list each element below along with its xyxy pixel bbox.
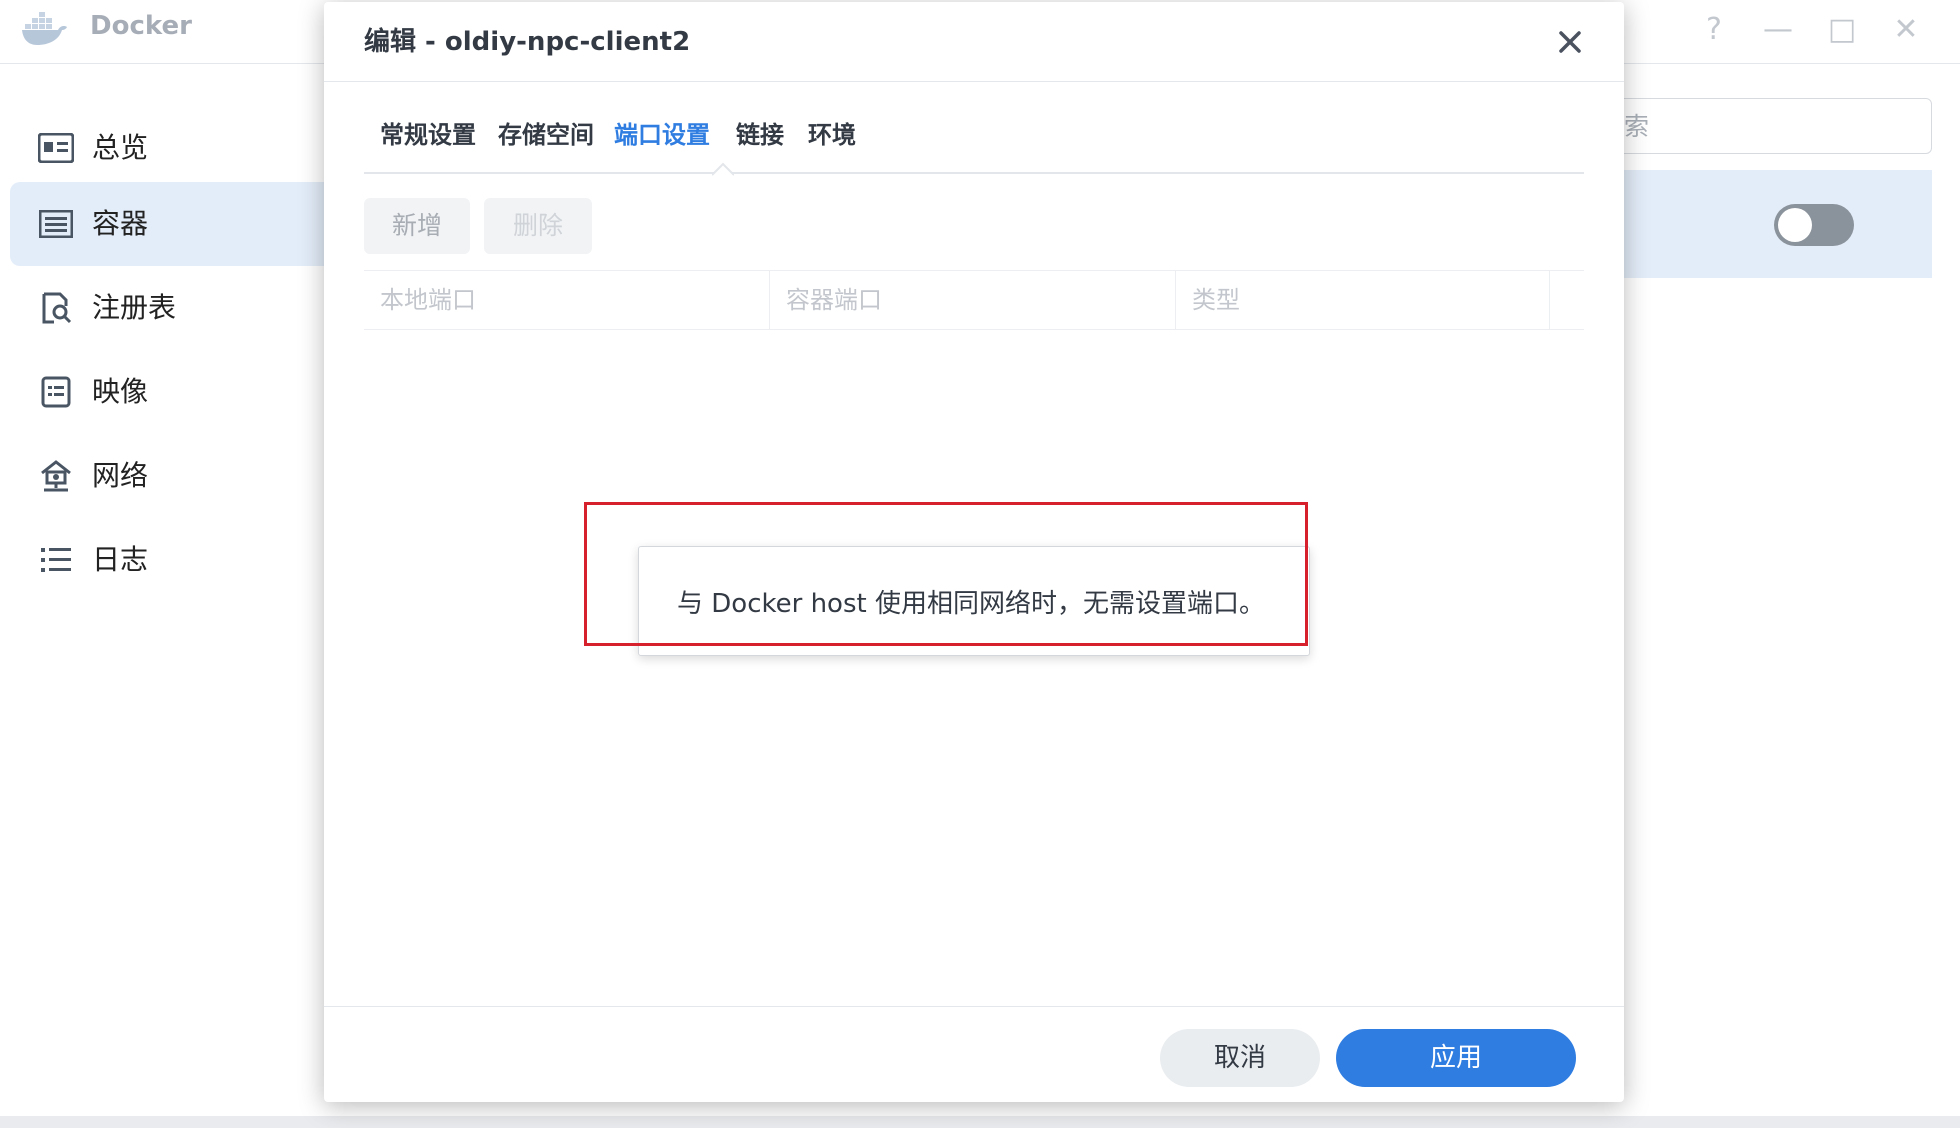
column-container-port[interactable]: 容器端口 — [770, 271, 1176, 329]
dialog-title: 编辑 - oldiy-npc-client2 — [364, 27, 691, 57]
overview-card-icon — [38, 130, 74, 166]
delete-button[interactable]: 删除 — [484, 198, 592, 254]
help-icon[interactable]: ? — [1694, 10, 1734, 50]
annotation-highlight-box — [584, 502, 1308, 646]
sidebar-item-registry[interactable]: 注册表 — [10, 266, 340, 350]
search-input[interactable] — [1610, 98, 1932, 154]
tab-bar: 常规设置 存储空间 端口设置 链接 环境 — [364, 102, 1584, 176]
sidebar-item-image[interactable]: 映像 — [10, 350, 340, 434]
sidebar-item-log[interactable]: 日志 — [10, 518, 340, 602]
registry-search-icon — [38, 290, 74, 326]
tab-environment[interactable]: 环境 — [808, 120, 856, 150]
sidebar: 总览 容器 注册表 映像 网络 日志 — [0, 64, 340, 1114]
log-list-icon — [38, 542, 74, 578]
edit-dialog: 编辑 - oldiy-npc-client2 常规设置 存储空间 端口设置 链接… — [324, 2, 1624, 1102]
search-placeholder: 索 — [1624, 112, 1650, 141]
tab-storage[interactable]: 存储空间 — [498, 120, 594, 150]
sidebar-item-container[interactable]: 容器 — [10, 182, 340, 266]
sidebar-item-overview[interactable]: 总览 — [10, 106, 340, 190]
toggle-knob — [1778, 208, 1812, 242]
sidebar-item-label: 容器 — [92, 207, 149, 240]
sidebar-item-network[interactable]: 网络 — [10, 434, 340, 518]
maximize-icon[interactable]: □ — [1822, 10, 1862, 50]
port-table-header: 本地端口 容器端口 类型 — [364, 270, 1584, 330]
bottom-scrollbar — [0, 1116, 1960, 1128]
window-close-icon[interactable]: ✕ — [1886, 10, 1926, 50]
tab-general[interactable]: 常规设置 — [380, 120, 476, 150]
dialog-header: 编辑 - oldiy-npc-client2 — [324, 2, 1624, 82]
sidebar-item-label: 总览 — [92, 131, 149, 164]
table-row[interactable] — [1610, 170, 1932, 278]
apply-button[interactable]: 应用 — [1336, 1029, 1576, 1087]
network-house-icon — [38, 458, 74, 494]
sidebar-item-label: 日志 — [92, 543, 149, 576]
active-tab-caret-icon — [712, 162, 734, 176]
column-type[interactable]: 类型 — [1176, 271, 1550, 329]
tab-links[interactable]: 链接 — [736, 120, 784, 150]
dialog-footer: 取消 应用 — [324, 1006, 1624, 1102]
tab-port-settings[interactable]: 端口设置 — [614, 120, 710, 150]
add-button[interactable]: 新增 — [364, 198, 470, 254]
sidebar-item-label: 网络 — [92, 459, 149, 492]
minimize-icon[interactable]: — — [1758, 10, 1798, 50]
app-title: Docker — [90, 11, 192, 41]
cancel-button[interactable]: 取消 — [1160, 1029, 1320, 1087]
docker-whale-icon — [22, 12, 67, 45]
sidebar-item-label: 映像 — [92, 375, 149, 408]
image-document-icon — [38, 374, 74, 410]
container-list-icon — [38, 206, 74, 242]
sidebar-item-label: 注册表 — [92, 291, 177, 324]
container-toggle[interactable] — [1774, 204, 1854, 246]
close-icon[interactable] — [1550, 22, 1590, 62]
column-local-port[interactable]: 本地端口 — [364, 271, 770, 329]
